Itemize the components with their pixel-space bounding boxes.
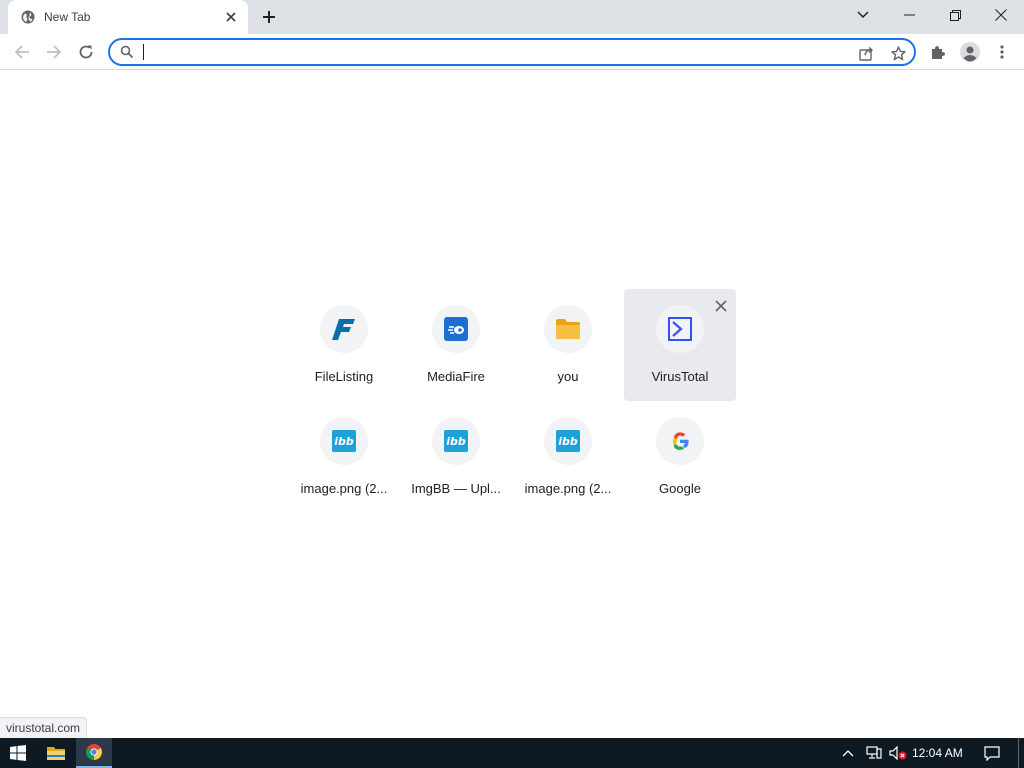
chrome-icon xyxy=(86,744,102,760)
volume-button[interactable] xyxy=(886,738,910,768)
close-icon xyxy=(995,9,1007,21)
shortcut-label: FileListing xyxy=(314,369,374,384)
tab-search-button[interactable] xyxy=(840,0,886,30)
shortcut-label: ImgBB — Upl... xyxy=(411,481,501,496)
network-button[interactable] xyxy=(862,738,886,768)
close-icon xyxy=(715,300,727,312)
show-desktop-button[interactable] xyxy=(1018,738,1024,768)
virustotal-icon xyxy=(656,305,704,353)
imgbb-icon: ibb xyxy=(432,417,480,465)
shortcut-tile[interactable]: VirusTotal xyxy=(624,289,736,401)
taskbar: 12:04 AM xyxy=(0,738,1024,768)
extensions-button[interactable] xyxy=(924,38,952,66)
bookmark-button[interactable] xyxy=(888,43,908,63)
shortcut-tile[interactable]: ibb image.png (2... xyxy=(288,401,400,513)
new-tab-button[interactable] xyxy=(258,6,280,28)
avatar-icon xyxy=(960,42,980,62)
more-vert-icon xyxy=(1000,45,1004,59)
shortcut-label: MediaFire xyxy=(427,369,485,384)
shortcut-label: you xyxy=(557,369,579,384)
restore-button[interactable] xyxy=(932,0,978,30)
google-icon xyxy=(656,417,704,465)
show-hidden-icons-button[interactable] xyxy=(834,738,862,768)
share-icon xyxy=(858,46,873,61)
tab-strip: New Tab xyxy=(0,0,1024,34)
imgbb-badge: ibb xyxy=(444,430,468,452)
volume-muted-icon xyxy=(889,746,907,760)
shortcut-label: Google xyxy=(659,481,701,496)
imgbb-icon: ibb xyxy=(320,417,368,465)
restore-icon xyxy=(949,9,961,21)
forward-button[interactable] xyxy=(40,38,68,66)
folder-icon xyxy=(544,305,592,353)
puzzle-icon xyxy=(932,46,945,59)
text-caret xyxy=(143,44,144,60)
arrow-right-icon xyxy=(47,45,62,59)
share-button[interactable] xyxy=(856,43,876,63)
close-icon xyxy=(226,12,236,22)
shortcut-tile[interactable]: ibb ImgBB — Upl... xyxy=(400,401,512,513)
taskbar-clock[interactable]: 12:04 AM xyxy=(912,738,963,768)
reload-icon xyxy=(79,45,93,59)
tab-title: New Tab xyxy=(44,10,91,24)
minimize-icon xyxy=(903,14,915,16)
chevron-down-icon xyxy=(857,11,869,19)
arrow-left-icon xyxy=(14,45,29,59)
windows-icon xyxy=(10,745,26,761)
shortcut-tile[interactable]: you xyxy=(512,289,624,401)
minimize-button[interactable] xyxy=(886,0,932,30)
notifications-button[interactable] xyxy=(978,738,1006,768)
shortcut-label: image.png (2... xyxy=(524,481,612,496)
close-window-button[interactable] xyxy=(978,0,1024,30)
status-bubble: virustotal.com xyxy=(0,717,88,738)
start-button[interactable] xyxy=(0,738,36,768)
menu-button[interactable] xyxy=(988,38,1016,66)
chrome-taskbar-button[interactable] xyxy=(76,738,112,768)
globe-icon xyxy=(21,10,35,24)
shortcut-label: VirusTotal xyxy=(651,369,709,384)
shortcut-tile[interactable]: ibb image.png (2... xyxy=(512,401,624,513)
address-bar[interactable] xyxy=(108,38,916,66)
remove-shortcut-button[interactable] xyxy=(712,297,730,315)
shortcut-tile[interactable]: Google xyxy=(624,401,736,513)
mediafire-icon xyxy=(432,305,480,353)
shortcut-label: image.png (2... xyxy=(300,481,388,496)
star-icon xyxy=(890,45,906,60)
imgbb-icon: ibb xyxy=(544,417,592,465)
shortcut-tile[interactable]: MediaFire xyxy=(400,289,512,401)
back-button[interactable] xyxy=(8,38,36,66)
imgbb-badge: ibb xyxy=(332,430,356,452)
folder-icon xyxy=(47,746,65,760)
chevron-up-icon xyxy=(842,750,854,757)
plus-icon xyxy=(263,11,275,23)
new-tab-page: FileListing MediaFire you VirusTotal ibb… xyxy=(0,71,1024,738)
tab-new-tab[interactable]: New Tab xyxy=(8,0,248,34)
notification-icon xyxy=(984,745,1000,761)
file-explorer-button[interactable] xyxy=(38,738,74,768)
shortcut-tile[interactable]: FileListing xyxy=(288,289,400,401)
reload-button[interactable] xyxy=(72,38,100,66)
profile-button[interactable] xyxy=(956,38,984,66)
toolbar xyxy=(0,34,1024,70)
imgbb-badge: ibb xyxy=(556,430,580,452)
address-input[interactable] xyxy=(142,42,842,62)
search-icon xyxy=(120,45,134,59)
network-icon xyxy=(866,746,882,759)
filelisting-icon xyxy=(320,305,368,353)
tab-close-button[interactable] xyxy=(222,8,240,26)
